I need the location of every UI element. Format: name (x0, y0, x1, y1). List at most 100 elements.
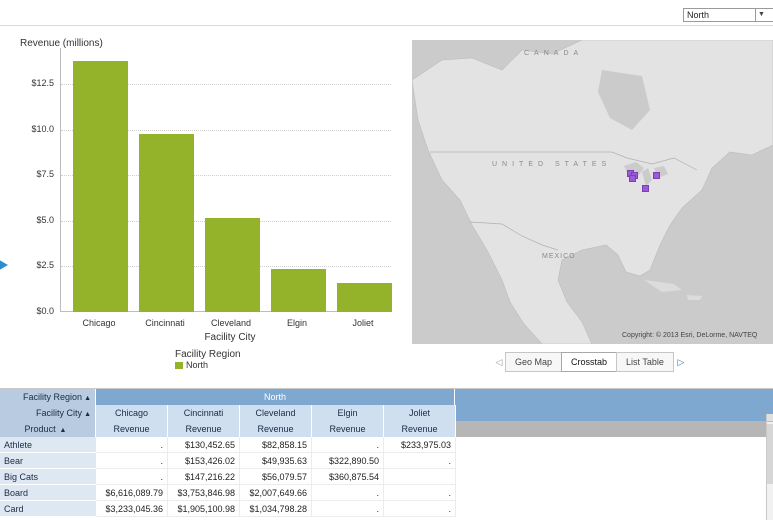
map-label-united-states: UNITED STATES (492, 161, 612, 168)
table-cell[interactable]: $130,452.65 (168, 437, 240, 453)
table-cell[interactable]: . (384, 485, 456, 501)
y-tick-label: $12.5 (31, 78, 54, 89)
crosstab-table: Facility Region ▲ North Facility City ▲ Ch… (0, 388, 773, 520)
table-cell[interactable]: $3,753,846.98 (168, 485, 240, 501)
chevron-down-icon[interactable]: ▼ (755, 9, 767, 21)
row-header-facility-region-label: Facility Region (23, 392, 83, 402)
legend-title: Facility Region (175, 349, 241, 360)
bar-chicago[interactable] (72, 60, 128, 312)
bar-cleveland[interactable] (204, 218, 260, 312)
row-header-product-label: Product (24, 424, 56, 434)
y-tick-label: $5.0 (36, 214, 54, 225)
table-cell[interactable]: $153,426.02 (168, 453, 240, 469)
column-header-measure[interactable]: Revenue (96, 421, 168, 437)
row-header-facility-city-label: Facility City (36, 408, 83, 418)
table-cell[interactable]: . (96, 437, 168, 453)
table-row: Athlete. $130,452.65 $82,858.15. $233,975.0… (0, 437, 773, 453)
geo-map[interactable]: CANADA UNITED STATES MEXICO Copyright: ©… (412, 40, 773, 344)
y-tick-label: $7.5 (36, 169, 54, 180)
row-label[interactable]: Athlete (0, 437, 96, 453)
map-marker-cleveland[interactable] (653, 172, 660, 179)
y-tick-label: $0.0 (36, 306, 54, 316)
column-header-city[interactable]: Cincinnati (168, 405, 240, 421)
column-header-city[interactable]: Joliet (384, 405, 456, 421)
y-tick-label: $2.5 (36, 260, 54, 271)
column-header-measure[interactable]: Revenue (240, 421, 312, 437)
bar-joliet[interactable] (336, 282, 392, 312)
vertical-scrollbar[interactable] (766, 414, 773, 520)
column-header-measure[interactable]: Revenue (168, 421, 240, 437)
row-header-facility-city[interactable]: Facility City ▲ (0, 405, 96, 421)
table-cell[interactable]: $82,858.15 (240, 437, 312, 453)
table-cell[interactable]: . (384, 501, 456, 517)
table-cell[interactable]: $3,233,045.36 (96, 501, 168, 517)
bar-elgin[interactable] (270, 269, 326, 312)
legend-item-north[interactable]: North (175, 360, 208, 370)
table-cell[interactable]: $1,905,100.98 (168, 501, 240, 517)
sort-asc-icon[interactable]: ▲ (58, 427, 67, 434)
scroll-thumb[interactable] (767, 424, 773, 484)
x-tick-label: Joliet (352, 318, 374, 328)
previous-view-icon[interactable]: ◁ (492, 357, 506, 368)
table-cell[interactable]: $360,875.54 (312, 469, 384, 485)
table-cell[interactable]: $2,007,649.66 (240, 485, 312, 501)
bar-cincinnati[interactable] (138, 134, 194, 312)
table-cell[interactable]: . (384, 453, 456, 469)
region-select[interactable]: North ▼ (683, 8, 773, 22)
region-select-value: North (687, 10, 710, 20)
row-label[interactable]: Bear (0, 453, 96, 469)
map-marker-cincinnati[interactable] (642, 185, 649, 192)
table-cell[interactable]: $233,975.03 (384, 437, 456, 453)
row-label[interactable]: Big Cats (0, 469, 96, 485)
table-cell[interactable]: $1,034,798.28 (240, 501, 312, 517)
map-marker-joliet[interactable] (629, 175, 636, 182)
table-cell[interactable]: . (96, 453, 168, 469)
row-header-facility-region[interactable]: Facility Region ▲ (0, 389, 96, 405)
view-switcher: ◁ Geo Map Crosstab List Table ▷ (492, 352, 688, 372)
sort-asc-icon[interactable]: ▲ (84, 411, 91, 418)
table-row: Bear. $153,426.02 $49,935.63 $322,890.50. (0, 453, 773, 469)
map-label-mexico: MEXICO (542, 253, 576, 260)
table-cell[interactable]: $147,216.22 (168, 469, 240, 485)
crosstab-button[interactable]: Crosstab (561, 352, 618, 372)
legend-swatch (175, 361, 183, 369)
header-row-city: Facility City ▲ Chicago Cincinnati Clevelan… (0, 405, 773, 421)
column-header-city[interactable]: Chicago (96, 405, 168, 421)
table-cell[interactable]: . (96, 469, 168, 485)
header-row-region: Facility Region ▲ North (0, 389, 773, 405)
scroll-up-icon[interactable] (767, 414, 773, 422)
row-label[interactable]: Board (0, 485, 96, 501)
table-cell[interactable]: $322,890.50 (312, 453, 384, 469)
column-header-measure[interactable]: Revenue (384, 421, 456, 437)
header-filler (455, 421, 773, 437)
table-cell[interactable]: $6,616,089.79 (96, 485, 168, 501)
table-row: Card $3,233,045.36 $1,905,100.98 $1,034,798… (0, 501, 773, 517)
table-cell[interactable]: . (312, 437, 384, 453)
map-label-canada: CANADA (524, 50, 584, 57)
row-header-product[interactable]: Product ▲ (0, 421, 96, 437)
table-cell[interactable] (384, 469, 456, 485)
bar-chart (60, 48, 392, 312)
column-header-region: North (96, 389, 455, 405)
next-view-icon[interactable]: ▷ (674, 357, 688, 368)
y-tick-label: $10.0 (31, 123, 54, 134)
geo-map-button[interactable]: Geo Map (505, 352, 563, 372)
panel-expand-arrow-icon[interactable] (0, 258, 8, 272)
list-table-button[interactable]: List Table (616, 352, 674, 372)
top-bar: North ▼ (0, 0, 773, 26)
column-header-city[interactable]: Elgin (312, 405, 384, 421)
column-header-city[interactable]: Cleveland (240, 405, 312, 421)
sort-asc-icon[interactable]: ▲ (84, 395, 91, 402)
table-cell[interactable]: . (312, 501, 384, 517)
table-cell[interactable]: $49,935.63 (240, 453, 312, 469)
map-basemap (412, 40, 773, 344)
row-label[interactable]: Card (0, 501, 96, 517)
legend-label: North (186, 360, 209, 370)
column-header-measure[interactable]: Revenue (312, 421, 384, 437)
map-copyright: Copyright: © 2013 Esri, DeLorme, NAVTEQ (622, 332, 758, 339)
table-cell[interactable]: . (312, 485, 384, 501)
table-row: Big Cats. $147,216.22 $56,079.57 $360,875.5… (0, 469, 773, 485)
table-cell[interactable]: $56,079.57 (240, 469, 312, 485)
header-filler (455, 405, 773, 421)
header-filler (455, 389, 773, 405)
